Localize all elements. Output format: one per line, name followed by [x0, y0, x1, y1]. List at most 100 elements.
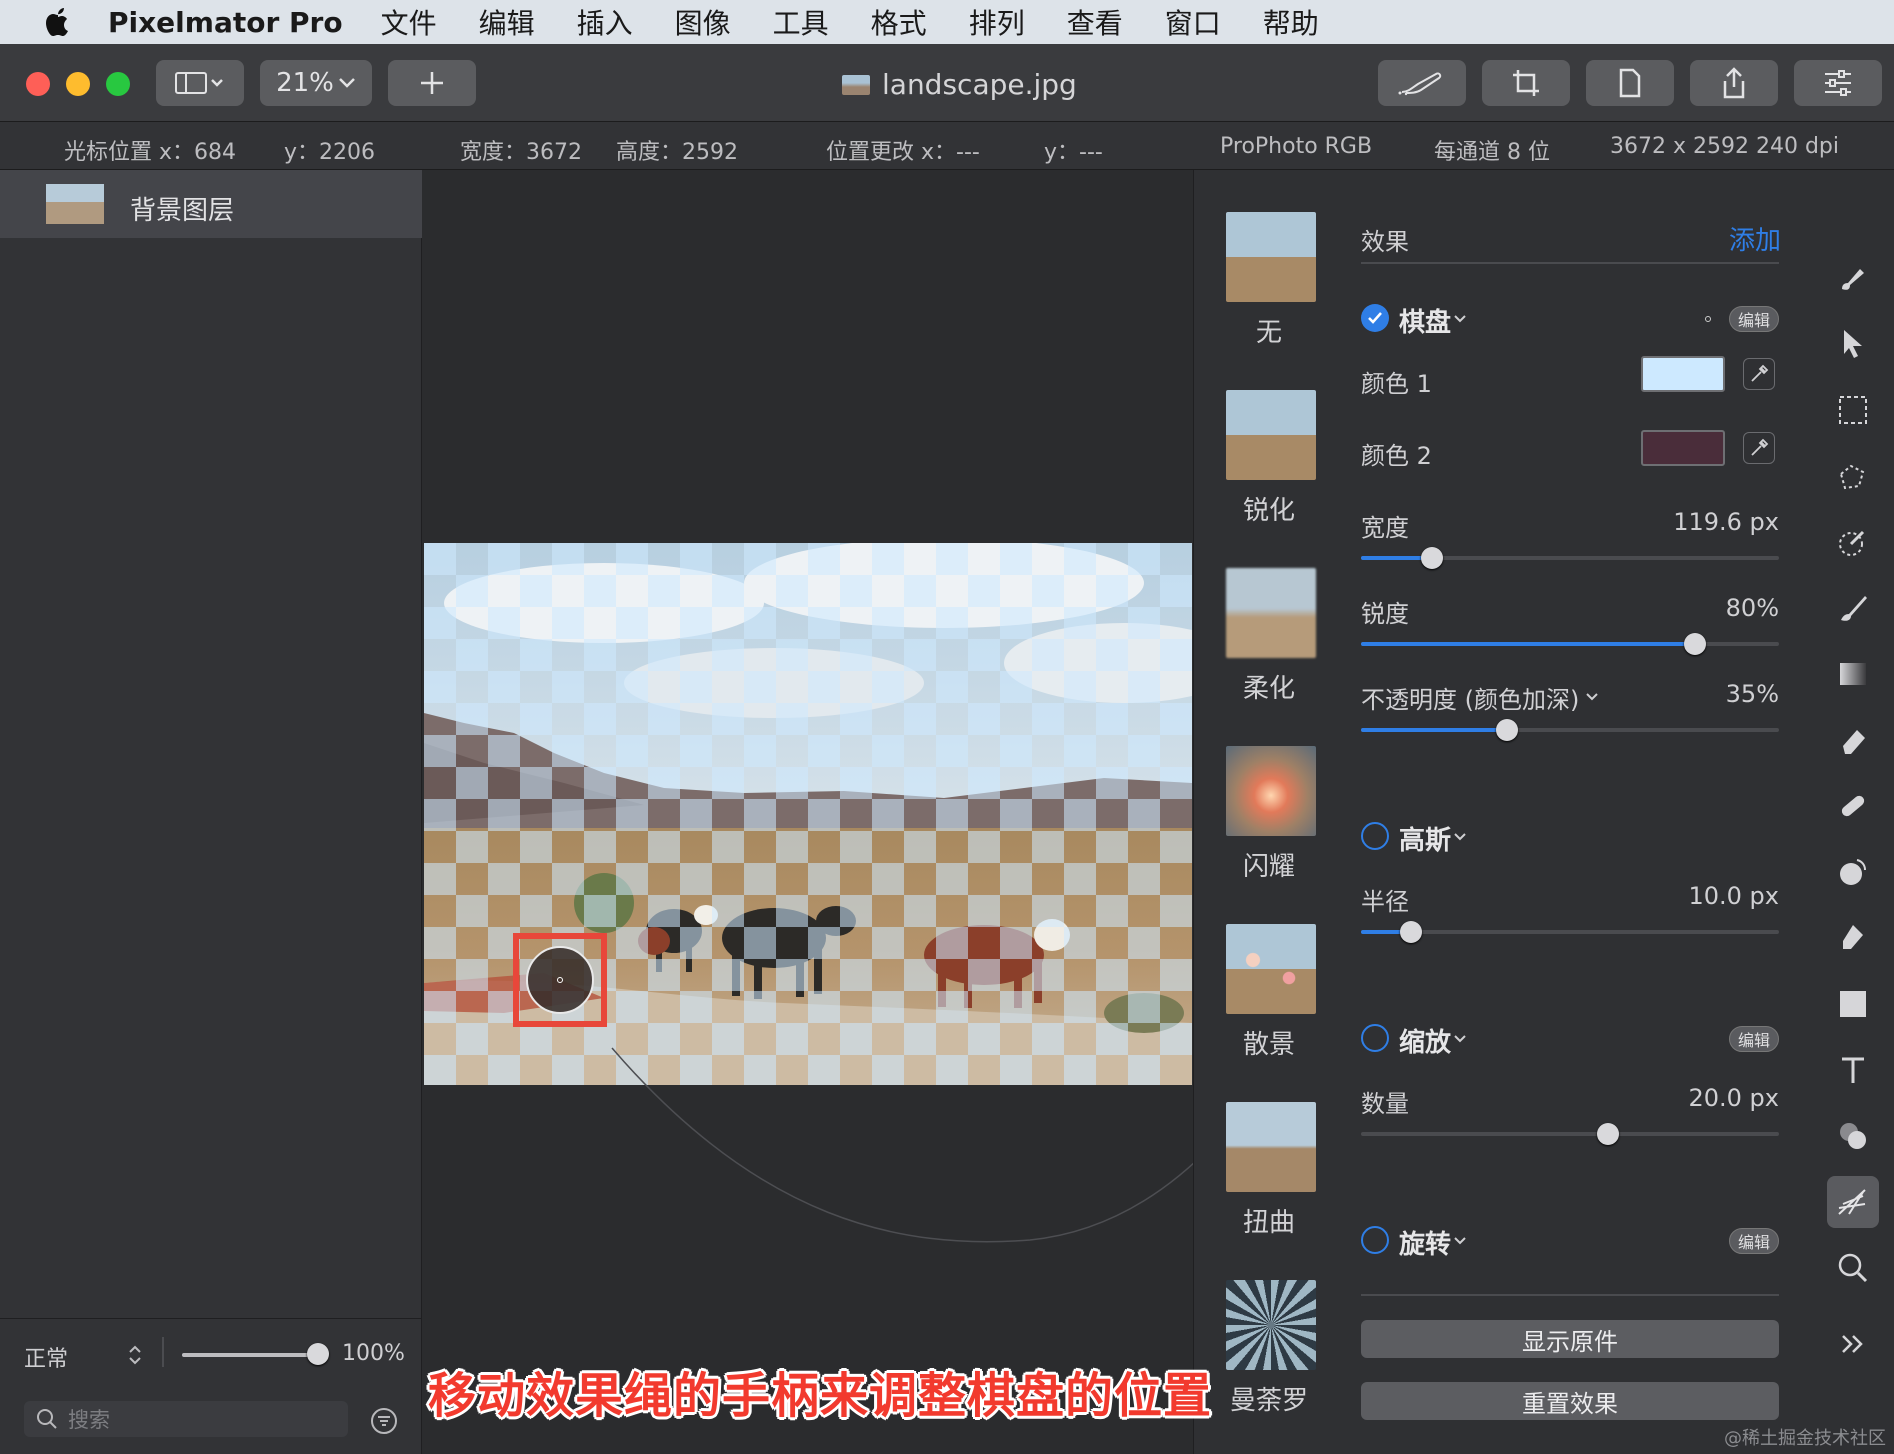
layer-thumbnail — [46, 184, 104, 224]
rotate-edit-button[interactable]: 编辑 — [1729, 1228, 1780, 1254]
checkmark-icon — [1368, 312, 1382, 324]
format-tool-button[interactable] — [1378, 60, 1466, 106]
opacity-burn-label[interactable]: 不透明度 (颜色加深) — [1361, 680, 1579, 715]
zoom-tool[interactable] — [1827, 1242, 1879, 1294]
close-button[interactable] — [26, 72, 50, 96]
color-selection-tool[interactable] — [1827, 516, 1879, 568]
zoom-select[interactable]: 21% — [260, 60, 372, 106]
width-slider[interactable] — [1361, 547, 1779, 569]
effect-thumb-soften[interactable] — [1226, 568, 1316, 658]
menu-file[interactable]: 文件 — [381, 2, 437, 42]
menu-tools[interactable]: 工具 — [773, 2, 829, 42]
tools-sidebar — [1813, 170, 1894, 1454]
minimize-button[interactable] — [66, 72, 90, 96]
more-tools-button[interactable] — [1827, 1318, 1879, 1370]
canvas-image[interactable] — [424, 543, 1192, 1085]
selection-tool[interactable] — [1827, 384, 1879, 436]
color2-eyedropper-button[interactable] — [1743, 432, 1775, 464]
adjustments-button[interactable] — [1794, 60, 1882, 106]
effect-thumb-sharpen[interactable] — [1226, 390, 1316, 480]
add-effect-button[interactable]: 添加 — [1729, 220, 1781, 257]
bandage-icon — [1841, 795, 1865, 817]
apple-icon[interactable] — [38, 4, 78, 40]
sharpness-slider[interactable] — [1361, 633, 1779, 655]
color1-eyedropper-button[interactable] — [1743, 358, 1775, 390]
gaussian-enable-checkbox[interactable] — [1361, 822, 1389, 850]
shape-tool[interactable] — [1827, 978, 1879, 1030]
menu-help[interactable]: 帮助 — [1263, 2, 1319, 42]
paint-tool[interactable] — [1827, 582, 1879, 634]
effect-thumb-none[interactable] — [1226, 212, 1316, 302]
distort-tool[interactable] — [1827, 846, 1879, 898]
amount-slider[interactable] — [1361, 1123, 1779, 1145]
watermark: @稀土掘金技术社区 — [1724, 1428, 1886, 1449]
slider-knob[interactable] — [1596, 1123, 1619, 1145]
menu-window[interactable]: 窗口 — [1165, 2, 1221, 42]
zoom-edit-button[interactable]: 编辑 — [1729, 1026, 1780, 1052]
checker-enable-checkbox[interactable] — [1361, 304, 1389, 332]
opacity-burn-slider[interactable] — [1361, 719, 1779, 741]
slider-knob[interactable] — [1684, 633, 1707, 655]
reset-effects-button[interactable]: 重置效果 — [1361, 1382, 1779, 1420]
app-menu[interactable]: Pixelmator Pro — [108, 6, 343, 39]
color2-swatch[interactable] — [1641, 430, 1725, 466]
layers-search-field[interactable]: 搜索 — [24, 1401, 348, 1437]
gradient-icon — [1840, 663, 1866, 685]
divider — [1361, 262, 1779, 264]
gradient-tool[interactable] — [1827, 648, 1879, 700]
sidebar-toggle-button[interactable] — [156, 60, 244, 106]
blend-mode-select[interactable]: 正常 — [24, 1341, 68, 1373]
divider — [162, 1337, 164, 1367]
radius-label: 半径 — [1361, 888, 1409, 916]
effects-sparkle-icon — [1838, 1189, 1866, 1215]
effect-thumb-flare[interactable] — [1226, 746, 1316, 836]
erase-tool[interactable] — [1827, 714, 1879, 766]
rotate-title[interactable]: 旋转 — [1399, 1224, 1451, 1261]
style-tool[interactable] — [1827, 252, 1879, 304]
slider-track — [1361, 728, 1779, 732]
document-button[interactable] — [1586, 60, 1674, 106]
effect-thumb-distort[interactable] — [1226, 1102, 1316, 1192]
color-adjust-tool[interactable] — [1827, 1110, 1879, 1162]
sliders-icon — [1825, 70, 1851, 96]
menu-view[interactable]: 查看 — [1067, 2, 1123, 42]
checker-edit-button[interactable]: 编辑 — [1729, 306, 1780, 332]
arrange-tool[interactable] — [1827, 318, 1879, 370]
rope-anchor-dot[interactable] — [1705, 316, 1711, 322]
effect-thumb-mandala[interactable] — [1226, 1280, 1316, 1370]
menu-image[interactable]: 图像 — [675, 2, 731, 42]
rotate-enable-checkbox[interactable] — [1361, 1226, 1389, 1254]
eraser-icon — [1843, 730, 1865, 754]
share-button[interactable] — [1690, 60, 1778, 106]
type-tool[interactable] — [1827, 1044, 1879, 1096]
menu-format[interactable]: 格式 — [871, 2, 927, 42]
radius-slider[interactable] — [1361, 921, 1779, 943]
menu-edit[interactable]: 编辑 — [479, 2, 535, 42]
slider-fill — [1361, 728, 1508, 732]
add-button[interactable] — [388, 60, 476, 106]
slider-knob[interactable] — [1400, 921, 1423, 943]
pen-tool[interactable] — [1827, 912, 1879, 964]
color1-swatch[interactable] — [1641, 356, 1725, 392]
layers-sidebar: 背景图层 正常 100% 搜索 — [0, 170, 422, 1454]
effects-tool[interactable] — [1827, 1176, 1879, 1228]
layer-row[interactable]: 背景图层 — [0, 170, 422, 238]
effect-handle[interactable] — [526, 946, 594, 1014]
gaussian-title[interactable]: 高斯 — [1399, 820, 1451, 857]
retouch-tool[interactable] — [1827, 780, 1879, 832]
slider-knob[interactable] — [1496, 719, 1519, 741]
effect-thumb-bokeh[interactable] — [1226, 924, 1316, 1014]
show-original-button[interactable]: 显示原件 — [1361, 1320, 1779, 1358]
zoom-window-button[interactable] — [106, 72, 130, 96]
zoom-enable-checkbox[interactable] — [1361, 1024, 1389, 1052]
slider-knob[interactable] — [1421, 547, 1444, 569]
smart-selection-tool[interactable] — [1827, 450, 1879, 502]
opacity-slider-knob[interactable] — [307, 1343, 329, 1365]
handle-center-dot — [557, 977, 563, 983]
checker-title[interactable]: 棋盘 — [1399, 302, 1451, 339]
opacity-slider[interactable] — [182, 1353, 318, 1357]
crop-button[interactable] — [1482, 60, 1570, 106]
menu-arrange[interactable]: 排列 — [969, 2, 1025, 42]
zoom-title[interactable]: 缩放 — [1399, 1022, 1451, 1059]
menu-insert[interactable]: 插入 — [577, 2, 633, 42]
